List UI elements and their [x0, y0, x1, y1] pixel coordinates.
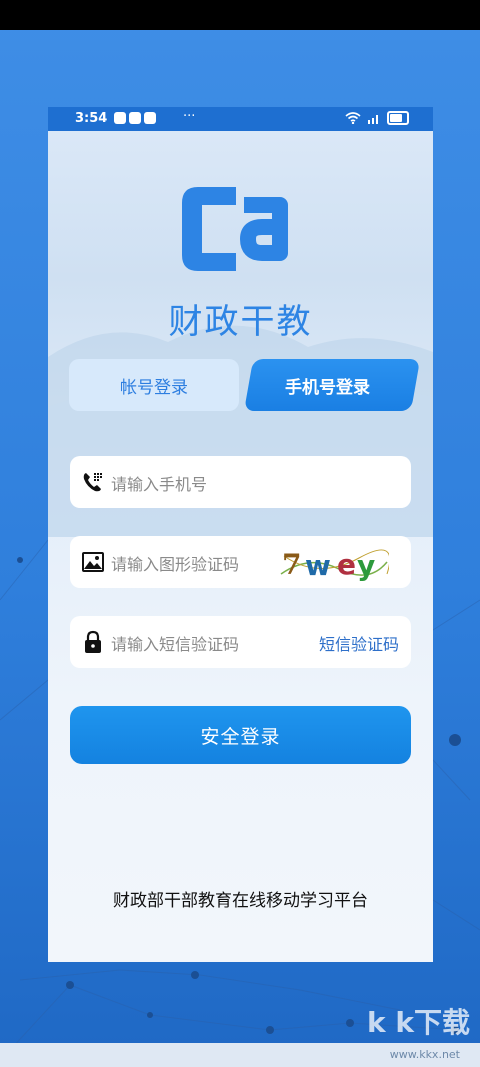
status-time: 3:54: [75, 111, 108, 126]
notification-icons: [114, 112, 156, 124]
signal-icon: [368, 115, 378, 124]
secure-login-button[interactable]: 安全登录: [70, 706, 411, 764]
image-icon: [82, 552, 104, 572]
battery-icon: [387, 111, 409, 125]
get-sms-code-link[interactable]: 短信验证码: [319, 631, 399, 655]
svg-text:w: w: [305, 549, 331, 582]
captcha-input[interactable]: 请输入图形验证码: [111, 551, 239, 575]
ca-logo-icon: [182, 187, 288, 271]
lock-icon: [85, 630, 101, 653]
captcha-input-field[interactable]: 请输入图形验证码 7 w e y: [70, 536, 411, 588]
phone-input[interactable]: 请输入手机号: [111, 471, 207, 495]
svg-text:y: y: [357, 549, 375, 582]
phone-input-field[interactable]: 请输入手机号: [70, 456, 411, 508]
tab-phone-login[interactable]: 手机号登录: [244, 359, 411, 411]
phone-icon: [83, 473, 102, 492]
platform-footer-text: 财政部干部教育在线移动学习平台: [113, 891, 368, 911]
watermark-logo: k k下载: [367, 1006, 470, 1039]
svg-text:7: 7: [282, 548, 301, 581]
phone-screen: 3:54 ··· 财政干教 帐号登录 手机号登录 请输入手机号 请输入图形验证码…: [48, 107, 433, 962]
sms-input-field[interactable]: 请输入短信验证码 短信验证码: [70, 616, 411, 668]
tab-account-login[interactable]: 帐号登录: [69, 359, 239, 411]
watermark-url: www.kkx.net: [389, 1048, 460, 1061]
captcha-image[interactable]: 7 w e y: [279, 544, 389, 582]
status-more: ···: [183, 109, 196, 124]
status-bar: 3:54 ···: [48, 107, 433, 131]
status-right-icons: [345, 111, 409, 125]
wifi-icon: [345, 112, 361, 124]
brand-name: 财政干教: [168, 302, 313, 342]
svg-text:e: e: [337, 548, 356, 581]
sms-input[interactable]: 请输入短信验证码: [111, 631, 239, 655]
